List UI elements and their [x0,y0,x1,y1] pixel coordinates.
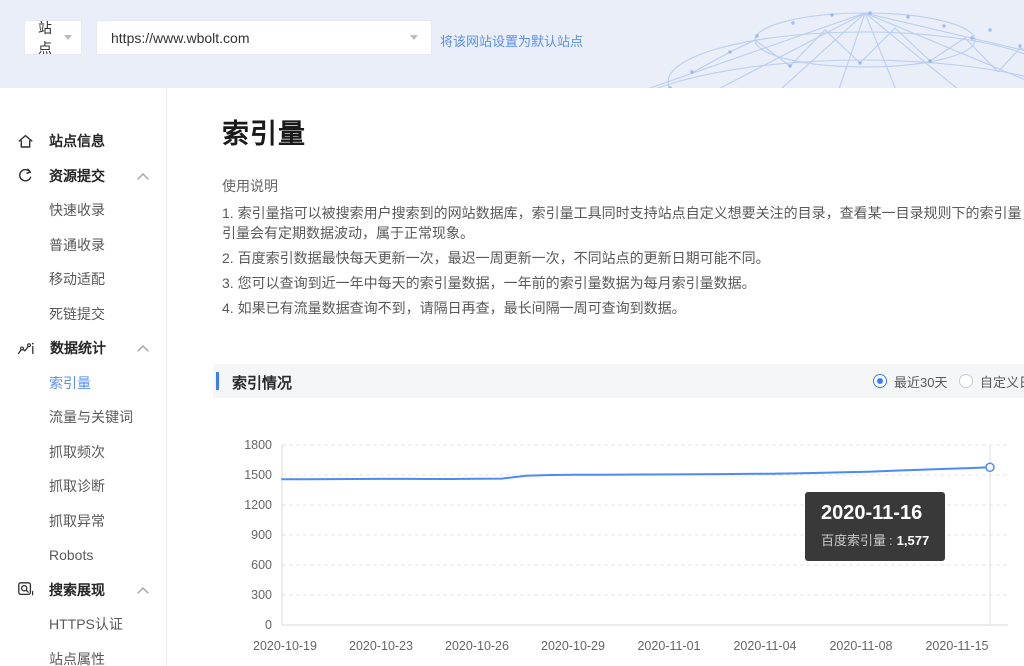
sidebar-item-site-info[interactable]: 站点信息 [0,124,166,159]
sidebar-item-label: 移动适配 [49,271,105,288]
svg-text:1500: 1500 [244,468,272,482]
data-stats-icon [17,342,34,354]
network-globe-graphic [648,11,1024,88]
sidebar-item-normal-inclusion[interactable]: 普通收录 [0,228,166,263]
tooltip-date: 2020-11-16 [821,502,923,524]
usage-note-line: 4. 如果已有流量数据查询不到，请隔日再查，最长间隔一周可查询到数据。 [222,300,686,316]
site-url-select[interactable]: https://www.wbolt.com [96,20,432,55]
sidebar-item-label: Robots [49,547,94,564]
svg-text:2020-11-01: 2020-11-01 [637,639,700,653]
sidebar-item-index-volume[interactable]: 索引量 [0,366,166,401]
topbar: 站点 https://www.wbolt.com 将该网站设置为默认站点 [0,0,1024,88]
sidebar-item-label: HTTPS认证 [49,616,123,633]
chevron-down-icon [64,35,72,40]
sidebar-item-label: 站点属性 [49,650,105,666]
svg-text:2020-10-29: 2020-10-29 [541,639,605,653]
sidebar: 站点信息 资源提交 快速收录 普通收录 移动适配 死链提交 数据统计 索引量 流… [0,88,167,666]
tooltip-separator: : [889,533,893,548]
tooltip-series-label: 百度索引量 [821,533,887,548]
usage-notes-title: 使用说明 [222,178,278,194]
resource-submit-icon [19,168,32,182]
home-icon [18,134,33,148]
svg-text:2020-10-19: 2020-10-19 [253,639,317,653]
radio-unselected-icon [959,374,973,388]
chevron-up-icon [137,172,149,180]
sidebar-item-resource-submit[interactable]: 资源提交 [0,159,166,194]
chevron-up-icon [137,345,149,352]
chart-section-header: 索引情况 最近30天 自定义日期 [213,364,1024,398]
sidebar-item-https-cert[interactable]: HTTPS认证 [0,607,166,642]
svg-text:2020-11-08: 2020-11-08 [829,639,892,653]
svg-text:300: 300 [251,588,272,602]
svg-text:0: 0 [265,618,272,632]
sidebar-item-mobile-adaptation[interactable]: 移动适配 [0,262,166,297]
section-accent-bar [216,372,219,390]
sidebar-item-dead-link-submit[interactable]: 死链提交 [0,297,166,332]
svg-text:2020-10-26: 2020-10-26 [445,639,509,653]
sidebar-item-robots[interactable]: Robots [0,538,166,573]
sidebar-item-label: 索引量 [49,374,91,391]
svg-text:600: 600 [251,558,272,572]
usage-note-line: 引量会有定期数据波动，属于正常现象。 [222,225,474,241]
sidebar-item-label: 抓取频次 [49,443,105,460]
sidebar-item-label: 站点信息 [49,133,105,150]
site-type-label: 站点 [38,19,52,56]
main-content: 索引量 使用说明 1. 索引量指可以被搜索用户搜索到的网站数据库，索引量工具同时… [167,88,1024,666]
sidebar-item-label: 抓取异常 [49,512,105,529]
svg-text:1800: 1800 [244,438,272,452]
radio-selected-icon [873,374,887,388]
chevron-down-icon [410,35,418,40]
usage-note-line: 2. 百度索引数据最快每天更新一次，最迟一周更新一次，不同站点的更新日期可能不同… [222,250,770,266]
page-title: 索引量 [222,119,306,149]
sidebar-item-label: 流量与关键词 [49,409,133,426]
tooltip-value-row: 百度索引量:1,577 [821,530,929,549]
sidebar-item-site-properties[interactable]: 站点属性 [0,642,166,666]
search-display-icon [18,582,34,596]
sidebar-item-crawl-diagnosis[interactable]: 抓取诊断 [0,469,166,504]
chevron-up-icon [137,586,149,594]
usage-note-line: 3. 您可以查询到近一年中每天的索引量数据，一年前的索引量数据为每月索引量数据。 [222,275,756,291]
sidebar-item-traffic-keywords[interactable]: 流量与关键词 [0,400,166,435]
tooltip-value: 1,577 [896,533,930,548]
set-default-site-link[interactable]: 将该网站设置为默认站点 [440,31,583,50]
radio-custom-date[interactable]: 自定义日期 [959,364,1024,398]
sidebar-item-label: 死链提交 [49,305,105,322]
svg-text:2020-10-23: 2020-10-23 [349,639,413,653]
sidebar-item-quick-inclusion[interactable]: 快速收录 [0,193,166,228]
sidebar-item-label: 搜索展现 [49,581,105,598]
sidebar-item-label: 普通收录 [49,236,105,253]
sidebar-item-label: 数据统计 [50,340,106,357]
sidebar-item-search-display[interactable]: 搜索展现 [0,573,166,608]
site-type-select[interactable]: 站点 [24,19,82,56]
sidebar-item-label: 抓取诊断 [49,478,105,495]
radio-last-30-days[interactable]: 最近30天 [873,364,947,398]
sidebar-item-crawl-frequency[interactable]: 抓取频次 [0,435,166,470]
sidebar-item-crawl-errors[interactable]: 抓取异常 [0,504,166,539]
svg-text:2020-11-04: 2020-11-04 [733,639,796,653]
sidebar-item-data-statistics[interactable]: 数据统计 [0,331,166,366]
sidebar-item-label: 快速收录 [49,202,105,219]
section-title: 索引情况 [232,375,293,392]
radio-label: 最近30天 [894,374,948,390]
usage-note-line: 1. 索引量指可以被搜索用户搜索到的网站数据库，索引量工具同时支持站点自定义想要… [222,205,1024,221]
svg-text:1200: 1200 [244,498,272,512]
chart-tooltip: 2020-11-16 百度索引量:1,577 [805,492,946,561]
baidu-webmaster-index-page: 站点 https://www.wbolt.com 将该网站设置为默认站点 站点信… [0,0,1024,666]
sidebar-item-label: 资源提交 [49,167,105,184]
site-url-value: https://www.wbolt.com [111,29,250,46]
svg-text:900: 900 [251,528,272,542]
svg-text:2020-11-15: 2020-11-15 [925,639,988,653]
radio-label: 自定义日期 [980,374,1024,390]
